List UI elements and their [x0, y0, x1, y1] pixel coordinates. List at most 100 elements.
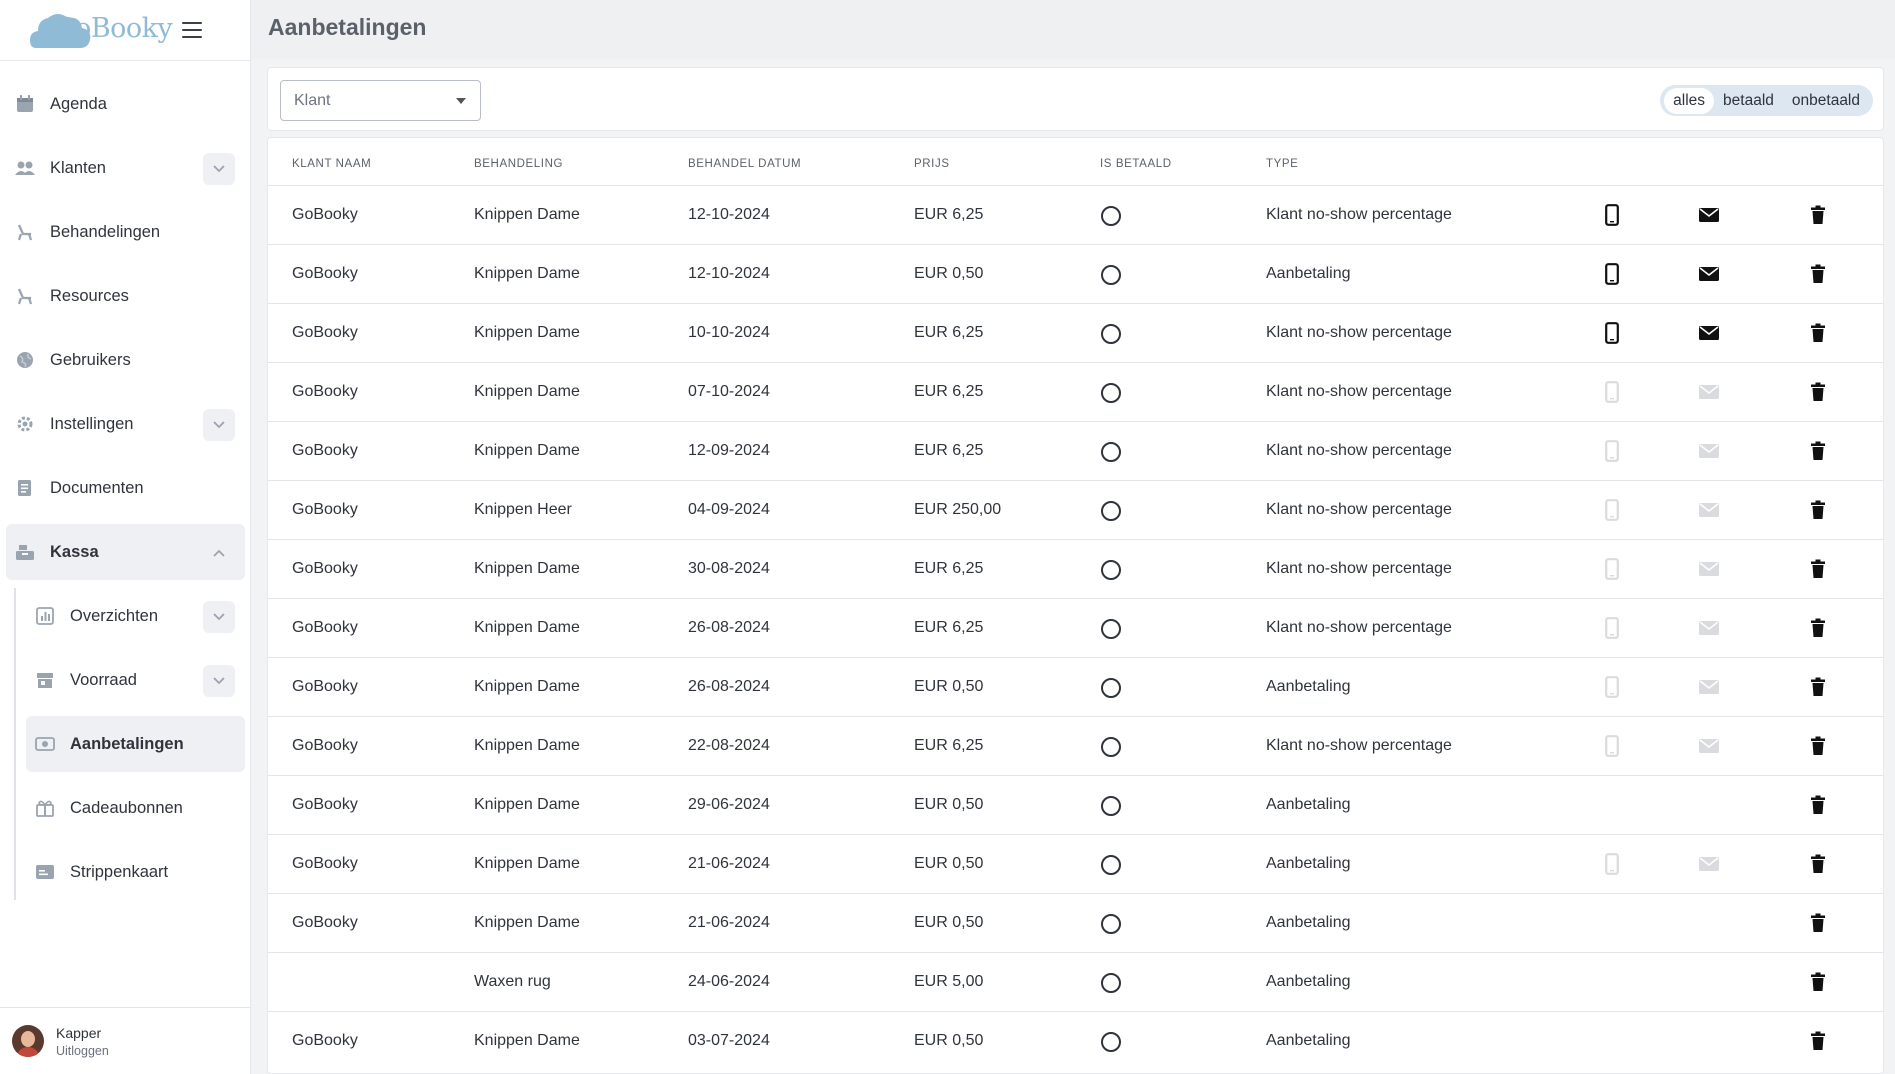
mail-icon[interactable]	[1696, 202, 1722, 228]
phone-icon[interactable]	[1599, 320, 1625, 346]
cell-behandeling: Knippen Dame	[474, 796, 580, 813]
is-paid-radio[interactable]	[1101, 855, 1121, 875]
trash-icon[interactable]	[1805, 556, 1831, 582]
globe-icon	[14, 349, 36, 371]
trash-icon[interactable]	[1805, 851, 1831, 877]
table-row[interactable]: GoBooky Knippen Dame 12-10-2024 EUR 6,25 Kla…	[268, 185, 1883, 244]
is-paid-radio[interactable]	[1101, 560, 1121, 580]
is-paid-radio[interactable]	[1101, 501, 1121, 521]
cell-behandeling: Knippen Dame	[474, 619, 580, 636]
is-paid-radio[interactable]	[1101, 265, 1121, 285]
mail-icon	[1696, 674, 1722, 700]
is-paid-radio[interactable]	[1101, 914, 1121, 934]
table-row[interactable]: GoBooky Knippen Dame 21-06-2024 EUR 0,50 Aan…	[268, 834, 1883, 893]
sidebar-item-label: Aanbetalingen	[70, 734, 184, 753]
user-panel[interactable]: Kapper Uitloggen	[0, 1007, 251, 1074]
is-paid-radio[interactable]	[1101, 442, 1121, 462]
logout-link[interactable]: Uitloggen	[56, 1044, 109, 1058]
table-row[interactable]: GoBooky Knippen Dame 29-06-2024 EUR 0,50 Aan…	[268, 775, 1883, 834]
table-row[interactable]: GoBooky Knippen Heer 04-09-2024 EUR 250,00 K…	[268, 480, 1883, 539]
toggle-option-onbetaald[interactable]: onbetaald	[1783, 88, 1869, 114]
trash-icon[interactable]	[1805, 792, 1831, 818]
sidebar-item-kassa[interactable]: Kassa	[6, 524, 245, 580]
is-paid-radio[interactable]	[1101, 678, 1121, 698]
is-paid-radio[interactable]	[1101, 973, 1121, 993]
sidebar-item-behandelingen[interactable]: Behandelingen	[6, 204, 245, 260]
mail-icon[interactable]	[1696, 320, 1722, 346]
trash-icon[interactable]	[1805, 969, 1831, 995]
cell-type: Aanbetaling	[1266, 973, 1351, 990]
cell-prijs: EUR 0,50	[914, 914, 984, 931]
page-title: Aanbetalingen	[268, 14, 427, 40]
chevron-down-icon[interactable]	[203, 409, 235, 441]
store-icon	[34, 669, 56, 691]
cell-prijs: EUR 0,50	[914, 678, 984, 695]
trash-icon[interactable]	[1805, 261, 1831, 287]
is-paid-radio[interactable]	[1101, 619, 1121, 639]
cell-klant: GoBooky	[292, 619, 358, 636]
sidebar-item-voorraad[interactable]: Voorraad	[26, 652, 245, 708]
trash-icon[interactable]	[1805, 1028, 1831, 1054]
table-row[interactable]: Waxen rug 24-06-2024 EUR 5,00 Aanbetaling	[268, 952, 1883, 1011]
toggle-option-betaald[interactable]: betaald	[1714, 88, 1783, 114]
chart-icon	[34, 605, 56, 627]
phone-icon[interactable]	[1599, 202, 1625, 228]
table-row[interactable]: GoBooky Knippen Dame 26-08-2024 EUR 0,50 Aan…	[268, 657, 1883, 716]
trash-icon[interactable]	[1805, 320, 1831, 346]
column-header-behandel-datum: BEHANDEL DATUM	[688, 158, 802, 170]
table-row[interactable]: GoBooky Knippen Dame 26-08-2024 EUR 6,25 Kla…	[268, 598, 1883, 657]
klant-select[interactable]: Klant	[280, 80, 481, 121]
table-row[interactable]: GoBooky Knippen Dame 07-10-2024 EUR 6,25 Kla…	[268, 362, 1883, 421]
sidebar-item-agenda[interactable]: Agenda	[6, 76, 245, 132]
trash-icon[interactable]	[1805, 674, 1831, 700]
sidebar-item-instellingen[interactable]: Instellingen	[6, 396, 245, 452]
cell-datum: 21-06-2024	[688, 855, 770, 872]
trash-icon[interactable]	[1805, 497, 1831, 523]
is-paid-radio[interactable]	[1101, 206, 1121, 226]
table-row[interactable]: GoBooky Knippen Dame 12-09-2024 EUR 6,25 Kla…	[268, 421, 1883, 480]
is-paid-radio[interactable]	[1101, 1032, 1121, 1052]
toggle-option-alles[interactable]: alles	[1664, 87, 1715, 114]
is-paid-radio[interactable]	[1101, 737, 1121, 757]
sidebar-item-cadeaubonnen[interactable]: Cadeaubonnen	[26, 780, 245, 836]
cell-datum: 21-06-2024	[688, 914, 770, 931]
table-row[interactable]: GoBooky Knippen Dame 22-08-2024 EUR 6,25 Kla…	[268, 716, 1883, 775]
mail-icon[interactable]	[1696, 261, 1722, 287]
cell-datum: 10-10-2024	[688, 324, 770, 341]
trash-icon[interactable]	[1805, 202, 1831, 228]
menu-toggle-icon[interactable]	[182, 22, 202, 40]
cell-behandeling: Knippen Dame	[474, 678, 580, 695]
phone-icon	[1599, 556, 1625, 582]
is-paid-radio[interactable]	[1101, 383, 1121, 403]
phone-icon[interactable]	[1599, 261, 1625, 287]
mail-icon	[1696, 733, 1722, 759]
sidebar-item-strippenkaart[interactable]: Strippenkaart	[26, 844, 245, 900]
table-row[interactable]: GoBooky Knippen Dame 03-07-2024 EUR 0,50 Aan…	[268, 1011, 1883, 1070]
trash-icon[interactable]	[1805, 615, 1831, 641]
sidebar-item-documenten[interactable]: Documenten	[6, 460, 245, 516]
chevron-down-icon[interactable]	[203, 601, 235, 633]
sidebar-item-gebruikers[interactable]: Gebruikers	[6, 332, 245, 388]
chevron-up-icon[interactable]	[203, 537, 235, 569]
is-paid-radio[interactable]	[1101, 324, 1121, 344]
trash-icon[interactable]	[1805, 910, 1831, 936]
cell-behandeling: Knippen Dame	[474, 1032, 580, 1049]
sidebar-item-label: Kassa	[50, 542, 99, 561]
table-row[interactable]: GoBooky Knippen Dame 21-06-2024 EUR 0,50 Aan…	[268, 893, 1883, 952]
chevron-down-icon[interactable]	[203, 665, 235, 697]
table-row[interactable]: GoBooky Knippen Dame 12-10-2024 EUR 0,50 Aan…	[268, 244, 1883, 303]
cell-prijs: EUR 5,00	[914, 973, 984, 990]
trash-icon[interactable]	[1805, 733, 1831, 759]
sidebar-item-klanten[interactable]: Klanten	[6, 140, 245, 196]
table-row[interactable]: GoBooky Knippen Dame 30-08-2024 EUR 6,25 Kla…	[268, 539, 1883, 598]
chevron-down-icon[interactable]	[203, 153, 235, 185]
phone-icon	[1599, 674, 1625, 700]
trash-icon[interactable]	[1805, 379, 1831, 405]
sidebar-item-overzichten[interactable]: Overzichten	[26, 588, 245, 644]
chair-icon	[14, 285, 36, 307]
trash-icon[interactable]	[1805, 438, 1831, 464]
is-paid-radio[interactable]	[1101, 796, 1121, 816]
sidebar-item-resources[interactable]: Resources	[6, 268, 245, 324]
table-row[interactable]: GoBooky Knippen Dame 10-10-2024 EUR 6,25 Kla…	[268, 303, 1883, 362]
sidebar-item-aanbetalingen[interactable]: Aanbetalingen	[26, 716, 245, 772]
